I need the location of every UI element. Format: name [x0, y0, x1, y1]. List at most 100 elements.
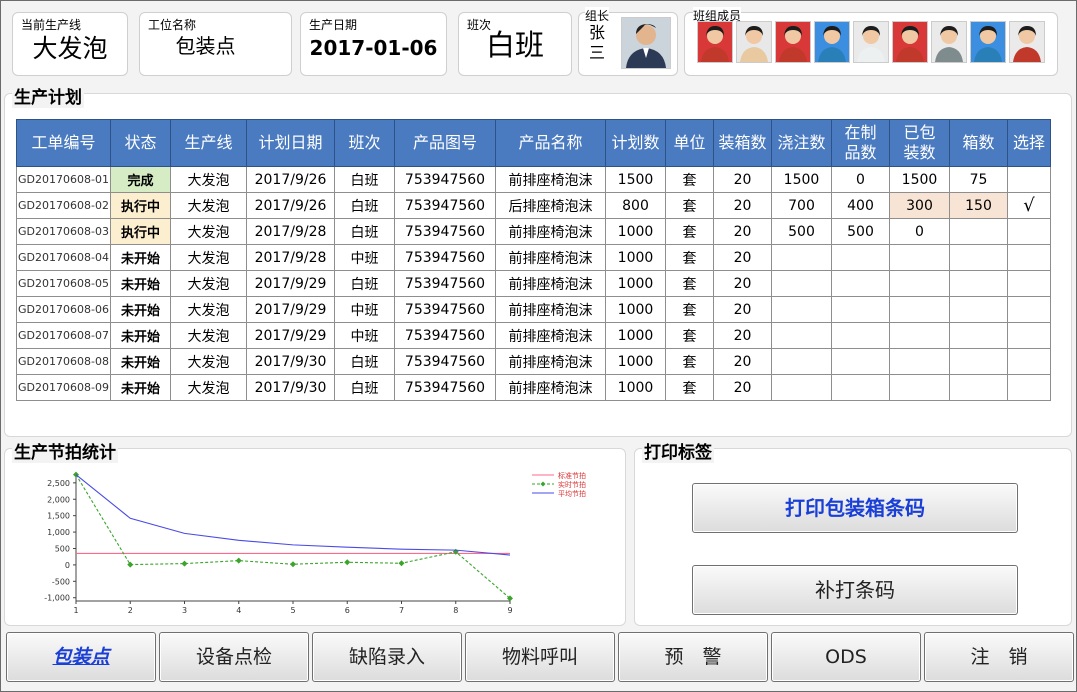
- column-header[interactable]: 状态: [110, 119, 171, 167]
- x-tick-label: 1: [73, 606, 78, 615]
- table-row[interactable]: GD20170608-07 未开始 大发泡 2017/9/29 中班 753947560 前…: [16, 322, 1051, 349]
- cell-poured: [771, 374, 832, 401]
- cell-boxes: [949, 244, 1008, 271]
- cell-code: GD20170608-09: [16, 374, 111, 401]
- cell-drawing: 753947560: [394, 348, 496, 375]
- cell-packed: [889, 296, 950, 323]
- cell-drawing: 753947560: [394, 244, 496, 271]
- cell-unit: 套: [665, 322, 714, 349]
- cell-line: 大发泡: [170, 166, 247, 193]
- cell-select[interactable]: [1007, 244, 1051, 271]
- column-header[interactable]: 箱数: [949, 119, 1008, 167]
- cell-status: 未开始: [110, 244, 171, 271]
- cell-select[interactable]: [1007, 348, 1051, 375]
- cell-code: GD20170608-01: [16, 166, 111, 193]
- nav-button[interactable]: ODS: [771, 632, 921, 682]
- cell-poured: [771, 244, 832, 271]
- cell-plan: 1500: [605, 166, 666, 193]
- table-row[interactable]: GD20170608-05 未开始 大发泡 2017/9/29 白班 753947560 前…: [16, 270, 1051, 297]
- legend-label: 标准节拍: [558, 471, 586, 480]
- cell-status: 未开始: [110, 296, 171, 323]
- plan-header-row: 工单编号 状态 生产线 计划日期 班次 产品图号 产品名称 计划数 单位 装箱数 浇注数 在制 品数 已包…: [16, 119, 1051, 167]
- column-header[interactable]: 工单编号: [16, 119, 111, 167]
- column-header-text: 品数: [844, 143, 877, 162]
- cell-plan: 1000: [605, 322, 666, 349]
- column-header[interactable]: 选择: [1007, 119, 1051, 167]
- cell-box: 20: [713, 322, 772, 349]
- column-header[interactable]: 装箱数: [713, 119, 772, 167]
- leader-name: 张三: [589, 23, 606, 62]
- cell-product: 前排座椅泡沫: [495, 374, 606, 401]
- cell-select[interactable]: [1007, 166, 1051, 193]
- print-box-barcode-button[interactable]: 打印包装箱条码: [692, 483, 1018, 533]
- cell-select[interactable]: [1007, 218, 1051, 245]
- date-box: 生产日期 2017-01-06: [300, 12, 447, 76]
- cell-select[interactable]: [1007, 270, 1051, 297]
- cell-boxes: [949, 374, 1008, 401]
- table-row[interactable]: GD20170608-09 未开始 大发泡 2017/9/30 白班 753947560 前…: [16, 374, 1051, 401]
- leader-box: 组长 张三: [578, 7, 678, 76]
- cell-product: 前排座椅泡沫: [495, 322, 606, 349]
- nav-button[interactable]: 设备点检: [159, 632, 309, 682]
- nav-button[interactable]: 预 警: [618, 632, 768, 682]
- table-row[interactable]: GD20170608-06 未开始 大发泡 2017/9/29 中班 753947560 前…: [16, 296, 1051, 323]
- nav-button[interactable]: 物料呼叫: [465, 632, 615, 682]
- member-avatar[interactable]: [697, 21, 733, 63]
- cell-shift: 中班: [334, 322, 395, 349]
- cell-box: 20: [713, 374, 772, 401]
- cell-poured: 500: [771, 218, 832, 245]
- cell-date: 2017/9/28: [246, 218, 335, 245]
- member-avatar[interactable]: [1009, 21, 1045, 63]
- table-row[interactable]: GD20170608-02 执行中 大发泡 2017/9/26 白班 753947560 后…: [16, 192, 1051, 219]
- person-icon: [932, 22, 966, 62]
- member-avatar[interactable]: [736, 21, 772, 63]
- member-avatar[interactable]: [775, 21, 811, 63]
- cell-select[interactable]: [1007, 374, 1051, 401]
- cell-poured: [771, 270, 832, 297]
- cell-select[interactable]: √: [1007, 192, 1051, 219]
- column-header[interactable]: 生产线: [170, 119, 247, 167]
- y-tick-label: 500: [55, 544, 70, 553]
- cell-product: 后排座椅泡沫: [495, 192, 606, 219]
- x-tick-label: 6: [345, 606, 350, 615]
- column-header[interactable]: 计划数: [605, 119, 666, 167]
- column-header[interactable]: 班次: [334, 119, 395, 167]
- table-row[interactable]: GD20170608-08 未开始 大发泡 2017/9/30 白班 753947560 前…: [16, 348, 1051, 375]
- series-line: [75, 474, 511, 599]
- column-header[interactable]: 已包 装数: [889, 119, 950, 167]
- table-row[interactable]: GD20170608-01 完成 大发泡 2017/9/26 白班 753947560 前排…: [16, 166, 1051, 193]
- member-avatar[interactable]: [853, 21, 889, 63]
- cell-select[interactable]: [1007, 322, 1051, 349]
- member-avatar[interactable]: [892, 21, 928, 63]
- member-avatar[interactable]: [970, 21, 1006, 63]
- table-row[interactable]: GD20170608-03 执行中 大发泡 2017/9/28 白班 753947560 前…: [16, 218, 1051, 245]
- reprint-barcode-button[interactable]: 补打条码: [692, 565, 1018, 615]
- cell-poured: [771, 322, 832, 349]
- column-header[interactable]: 计划日期: [246, 119, 335, 167]
- member-avatar[interactable]: [931, 21, 967, 63]
- cell-unit: 套: [665, 166, 714, 193]
- series-point: [398, 560, 405, 567]
- cell-status: 完成: [110, 166, 171, 193]
- nav-button[interactable]: 缺陷录入: [312, 632, 462, 682]
- column-header[interactable]: 产品名称: [495, 119, 606, 167]
- member-avatar[interactable]: [814, 21, 850, 63]
- leader-avatar[interactable]: [621, 17, 671, 69]
- column-header[interactable]: 产品图号: [394, 119, 496, 167]
- cell-box: 20: [713, 244, 772, 271]
- cell-unit: 套: [665, 296, 714, 323]
- table-row[interactable]: GD20170608-04 未开始 大发泡 2017/9/28 中班 753947560 前…: [16, 244, 1051, 271]
- column-header[interactable]: 单位: [665, 119, 714, 167]
- column-header[interactable]: 在制 品数: [831, 119, 890, 167]
- cell-code: GD20170608-02: [16, 192, 111, 219]
- cell-date: 2017/9/29: [246, 296, 335, 323]
- cell-wip: 0: [831, 166, 890, 193]
- person-icon: [815, 22, 849, 62]
- cell-unit: 套: [665, 270, 714, 297]
- nav-button[interactable]: 注 销: [924, 632, 1074, 682]
- cell-code: GD20170608-08: [16, 348, 111, 375]
- cell-date: 2017/9/26: [246, 166, 335, 193]
- nav-button[interactable]: 包装点: [6, 632, 156, 682]
- column-header[interactable]: 浇注数: [771, 119, 832, 167]
- cell-select[interactable]: [1007, 296, 1051, 323]
